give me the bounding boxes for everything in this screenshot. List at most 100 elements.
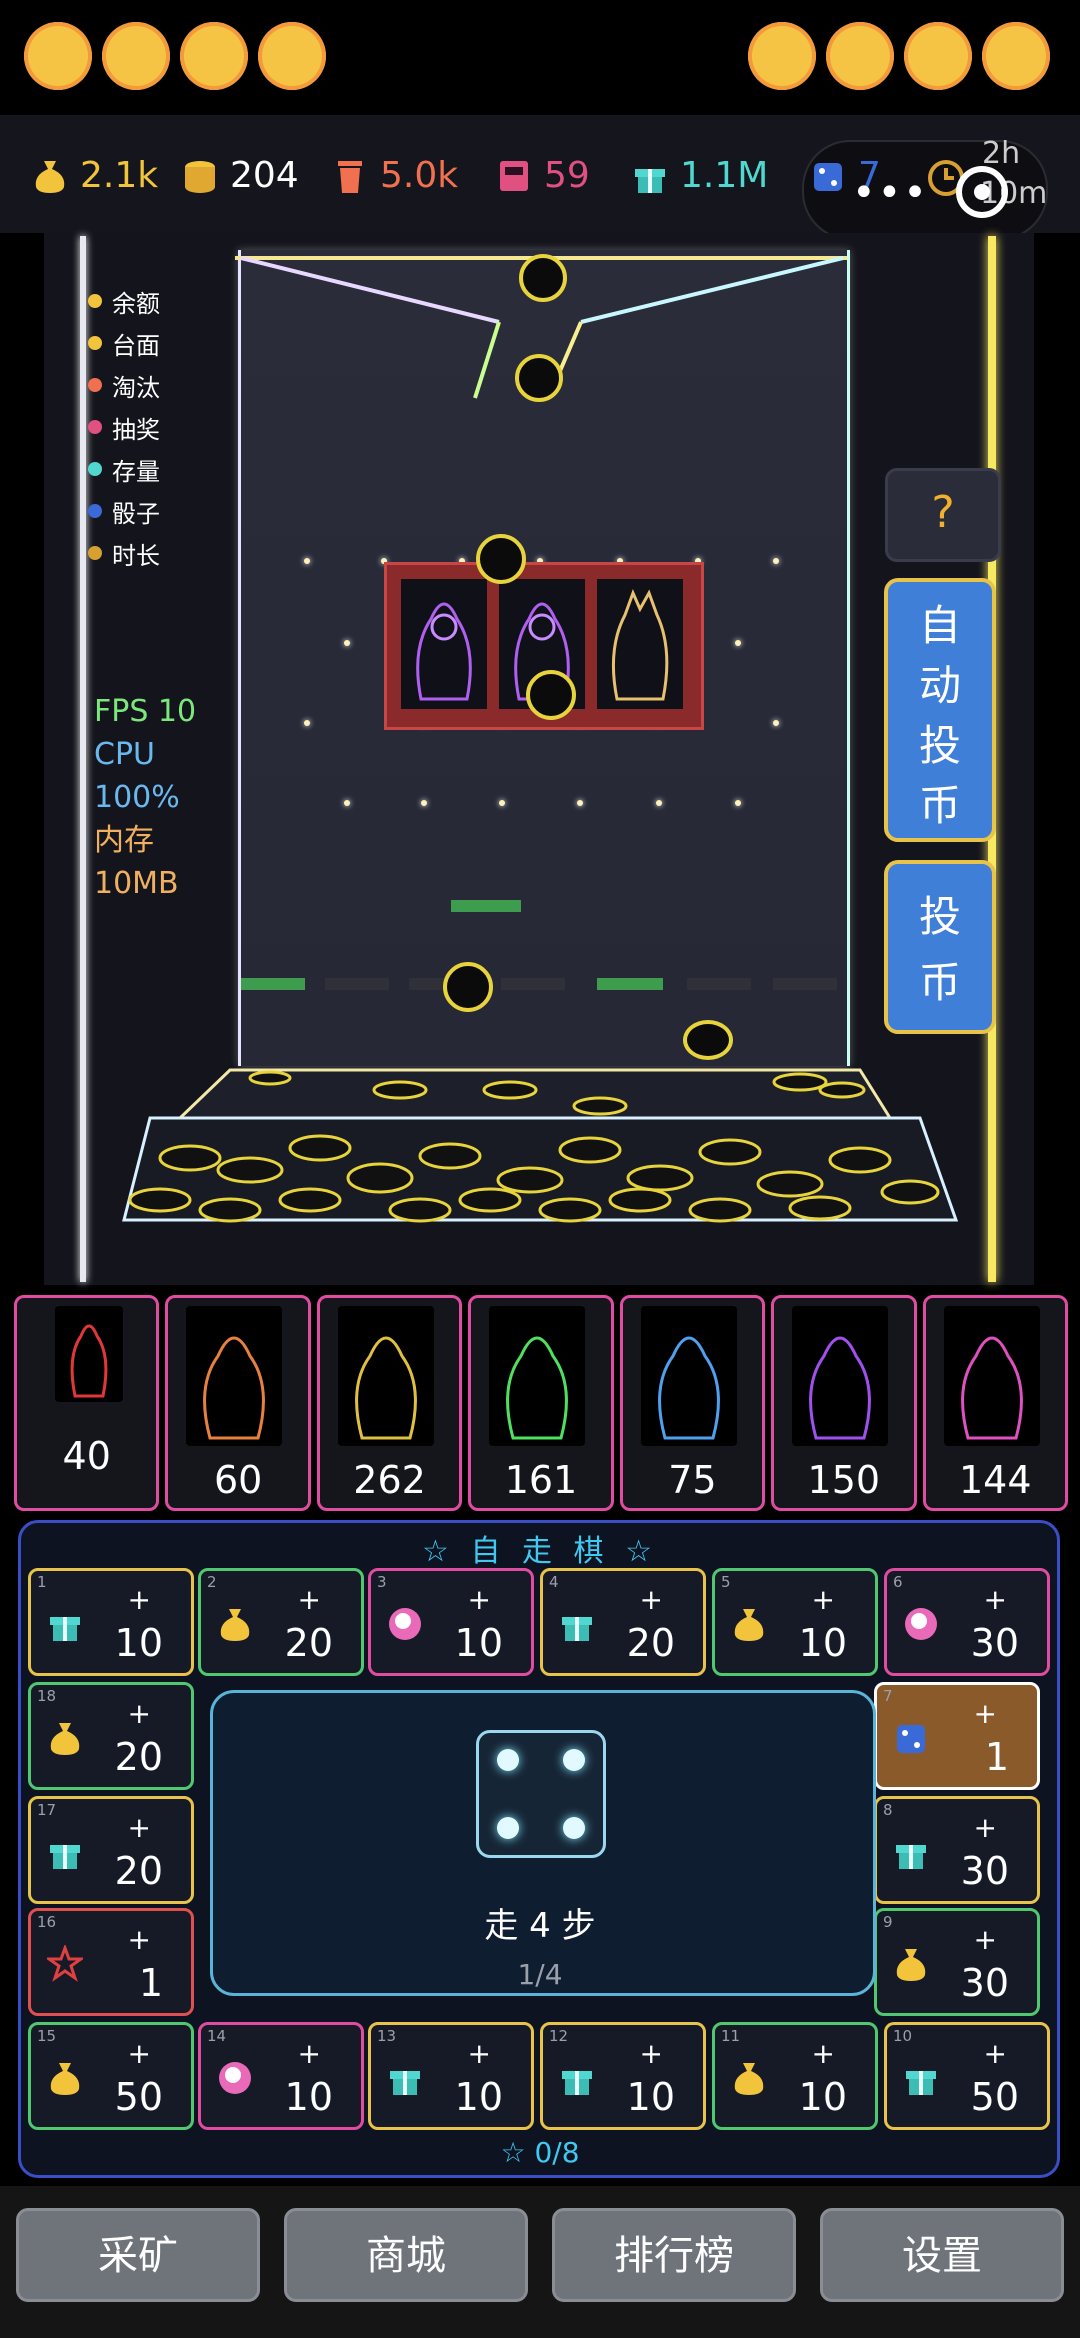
character-card[interactable]: 144 — [922, 1295, 1068, 1511]
dice-four-icon[interactable] — [476, 1730, 606, 1858]
legend-item: 淘汰 — [88, 364, 160, 406]
board-tile: 14 +10 — [198, 2022, 364, 2130]
character-icon — [903, 1605, 939, 1643]
status-dot — [180, 22, 248, 90]
tile-value: 20 — [114, 1735, 163, 1779]
memory-label: 内存 — [94, 823, 154, 858]
status-dot — [258, 22, 326, 90]
tile-index: 15 — [37, 2027, 57, 2045]
steps-count: 1/4 — [517, 1958, 563, 1991]
tile-index: 10 — [893, 2027, 913, 2045]
legend-item: 骰子 — [88, 490, 160, 532]
character-card[interactable]: 150 — [771, 1295, 917, 1511]
board-tile: 1 +10 — [28, 1568, 194, 1676]
falling-coin — [476, 534, 526, 584]
stat-eliminated: 5.0k — [332, 155, 458, 196]
character-art-gold — [337, 1306, 434, 1446]
legend-item: 台面 — [88, 322, 160, 364]
falling-coin — [683, 1020, 733, 1060]
status-dots-left — [24, 22, 326, 96]
slot-reel — [597, 579, 683, 709]
tile-plus: + — [811, 1583, 835, 1616]
stat-lottery: 59 — [496, 155, 590, 196]
status-dot — [748, 22, 816, 90]
character-card[interactable]: 60 — [165, 1295, 311, 1511]
bumper-bar — [451, 900, 521, 912]
tile-value: 10 — [114, 1621, 163, 1665]
tile-value: 50 — [970, 2075, 1019, 2119]
status-dot — [982, 22, 1050, 90]
dice-icon — [814, 162, 842, 191]
money-bag-icon — [47, 2059, 83, 2097]
money-bag-icon — [731, 2059, 767, 2097]
gift-box-icon — [387, 2059, 423, 2097]
tile-value: 1 — [984, 1735, 1009, 1779]
tile-plus: + — [297, 2037, 321, 2070]
stat-balance: 2.1k — [32, 155, 158, 196]
tile-value: 50 — [114, 2075, 163, 2119]
lottery-machine-icon — [500, 160, 528, 191]
money-bag-icon — [217, 1605, 253, 1643]
tile-value: 10 — [798, 2075, 847, 2119]
status-dot — [24, 22, 92, 90]
tile-value: 20 — [284, 1621, 333, 1665]
close-miniprogram-icon[interactable] — [956, 166, 1008, 218]
slot-reel — [401, 579, 487, 709]
board-progress: ☆ 0/8 — [500, 2136, 580, 2169]
more-menu-icon[interactable]: ••• — [852, 170, 929, 216]
help-button[interactable]: ? — [885, 468, 1001, 562]
tile-index: 4 — [549, 1573, 559, 1591]
legend-item: 抽奖 — [88, 406, 160, 448]
nav-leaderboard-button[interactable]: 排行榜 — [552, 2208, 796, 2302]
character-art-red — [55, 1306, 123, 1402]
insert-coin-button[interactable]: 投 币 — [884, 860, 996, 1034]
coin-stack-icon — [185, 160, 215, 193]
gift-box-icon — [47, 1833, 83, 1871]
legend-item: 时长 — [88, 532, 160, 574]
tile-plus: + — [639, 2037, 663, 2070]
status-dot — [102, 22, 170, 90]
character-icon — [217, 2059, 253, 2097]
nav-shop-button[interactable]: 商城 — [284, 2208, 528, 2302]
falling-coin — [526, 670, 576, 720]
tile-plus: + — [127, 2037, 151, 2070]
gift-box-icon — [635, 168, 665, 193]
character-card[interactable]: 161 — [468, 1295, 614, 1511]
status-dot — [904, 22, 972, 90]
board-tile: 5 +10 — [712, 1568, 878, 1676]
tile-index: 18 — [37, 1687, 57, 1705]
board-tile: 18 +20 — [28, 1682, 194, 1790]
board-tile: 8 +30 — [874, 1796, 1040, 1904]
money-bag-icon — [47, 1719, 83, 1757]
tile-plus: + — [983, 1583, 1007, 1616]
tile-plus: + — [973, 1697, 997, 1730]
nav-mining-button[interactable]: 采矿 — [16, 2208, 260, 2302]
status-dots-right — [748, 22, 1050, 96]
legend-item: 存量 — [88, 448, 160, 490]
tile-index: 11 — [721, 2027, 741, 2045]
falling-coin — [443, 962, 493, 1012]
memory-value: 10MB — [94, 866, 179, 901]
gift-box-icon — [893, 1833, 929, 1871]
gift-box-icon — [559, 1605, 595, 1643]
board-tile: 17 +20 — [28, 1796, 194, 1904]
nav-settings-button[interactable]: 设置 — [820, 2208, 1064, 2302]
tile-plus: + — [811, 2037, 835, 2070]
tile-value: 10 — [284, 2075, 333, 2119]
auto-coin-button[interactable]: 自 动 投 币 — [884, 578, 996, 842]
character-card[interactable]: 75 — [619, 1295, 766, 1511]
cpu-label: CPU — [94, 737, 155, 772]
character-art-pink — [943, 1306, 1040, 1446]
character-card[interactable]: 262 — [316, 1295, 463, 1511]
cpu-value: 100% — [94, 780, 180, 815]
tile-index: 3 — [377, 1573, 387, 1591]
board-tile: 3 +10 — [368, 1568, 534, 1676]
board-tile: 2 +20 — [198, 1568, 364, 1676]
cabinet-left-rail — [80, 236, 86, 1282]
character-card[interactable]: 40 — [14, 1295, 160, 1511]
tile-value: 10 — [454, 1621, 503, 1665]
tile-plus: + — [127, 1811, 151, 1844]
falling-coin — [519, 254, 567, 302]
tile-index: 2 — [207, 1573, 217, 1591]
falling-coin — [515, 354, 563, 402]
